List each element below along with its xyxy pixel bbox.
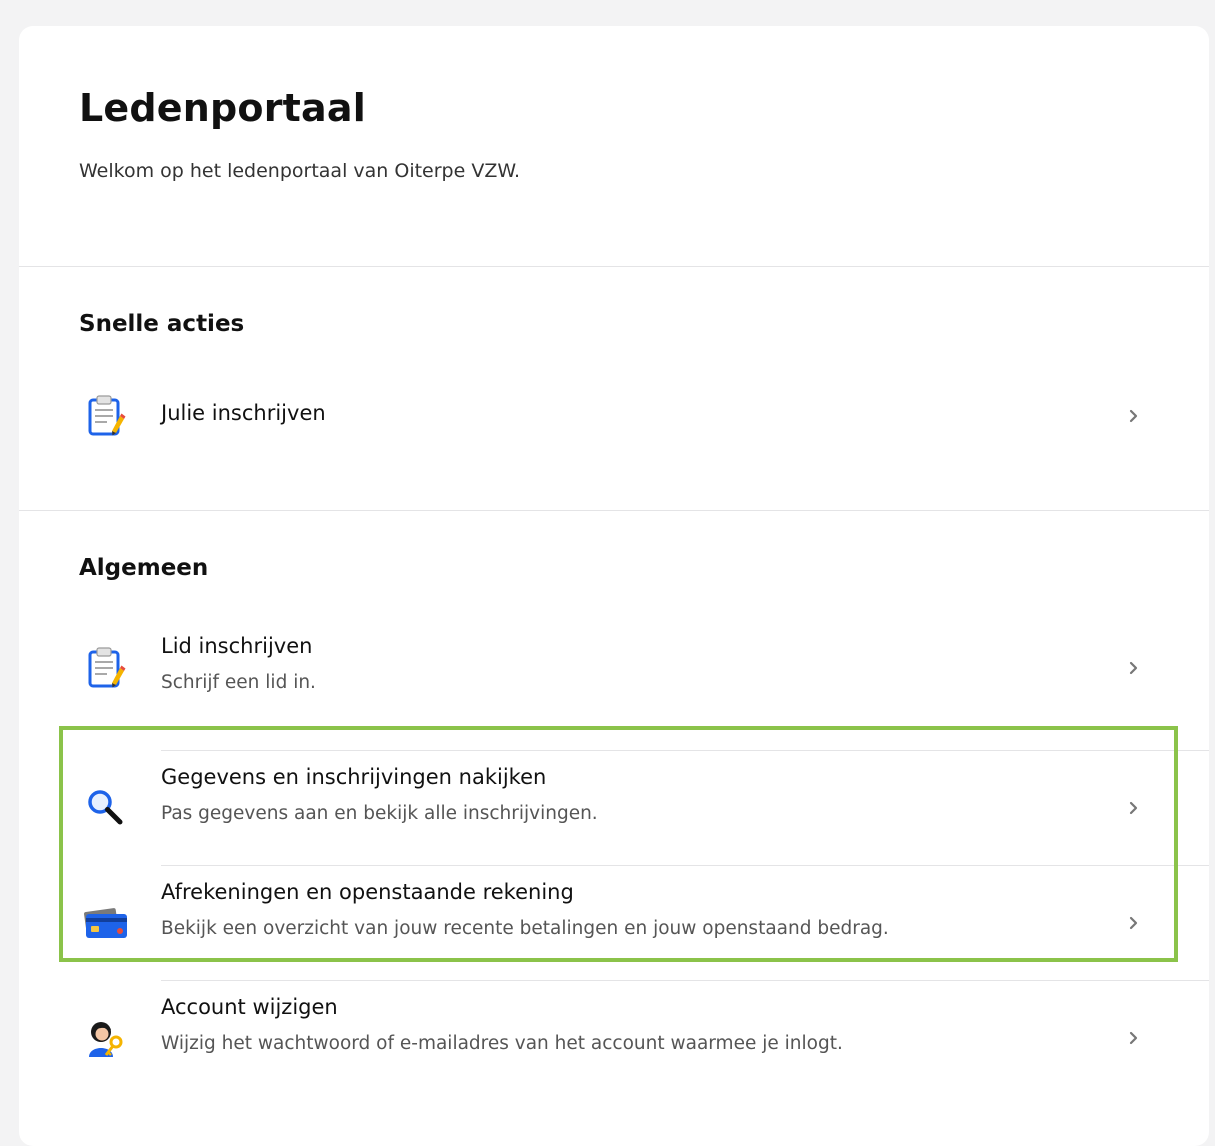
item-title: Afrekeningen en openstaande rekening: [161, 880, 574, 904]
chevron-right-icon: [1124, 406, 1144, 426]
general-item-account[interactable]: Account wijzigen Wijzig het wachtwoord o…: [79, 981, 1209, 1095]
clipboard-icon: [83, 393, 129, 439]
quick-action-label: Julie inschrijven: [161, 401, 326, 425]
user-key-icon: [83, 1015, 129, 1061]
welcome-text: Welkom op het ledenportaal van Oiterpe V…: [79, 160, 520, 182]
general-title: Algemeen: [79, 555, 209, 581]
item-description: Wijzig het wachtwoord of e-mailadres van…: [161, 1033, 843, 1054]
general-section: Algemeen Lid inschrijven Schrijf een lid…: [19, 511, 1209, 1146]
chevron-right-icon: [1124, 913, 1144, 933]
general-item-payments[interactable]: Afrekeningen en openstaande rekening Bek…: [79, 866, 1209, 980]
item-title: Account wijzigen: [161, 995, 338, 1019]
credit-card-icon: [83, 900, 129, 946]
item-description: Pas gegevens aan en bekijk alle inschrij…: [161, 803, 598, 824]
page-title: Ledenportaal: [79, 86, 366, 130]
item-description: Bekijk een overzicht van jouw recente be…: [161, 918, 889, 939]
general-item-view-details[interactable]: Gegevens en inschrijvingen nakijken Pas …: [79, 751, 1209, 865]
quick-action-register-julie[interactable]: Julie inschrijven: [79, 359, 1209, 473]
clipboard-icon: [83, 645, 129, 691]
chevron-right-icon: [1124, 658, 1144, 678]
general-item-register-member[interactable]: Lid inschrijven Schrijf een lid in.: [79, 611, 1209, 725]
quick-actions-section: Snelle acties Julie inschrijven: [19, 267, 1209, 511]
portal-card: Ledenportaal Welkom op het ledenportaal …: [19, 26, 1209, 1146]
chevron-right-icon: [1124, 798, 1144, 818]
magnifier-icon: [83, 785, 129, 831]
item-title: Lid inschrijven: [161, 634, 313, 658]
portal-header: Ledenportaal Welkom op het ledenportaal …: [19, 26, 1209, 267]
quick-actions-title: Snelle acties: [79, 311, 245, 337]
chevron-right-icon: [1124, 1028, 1144, 1048]
item-title: Gegevens en inschrijvingen nakijken: [161, 765, 547, 789]
item-description: Schrijf een lid in.: [161, 672, 316, 693]
